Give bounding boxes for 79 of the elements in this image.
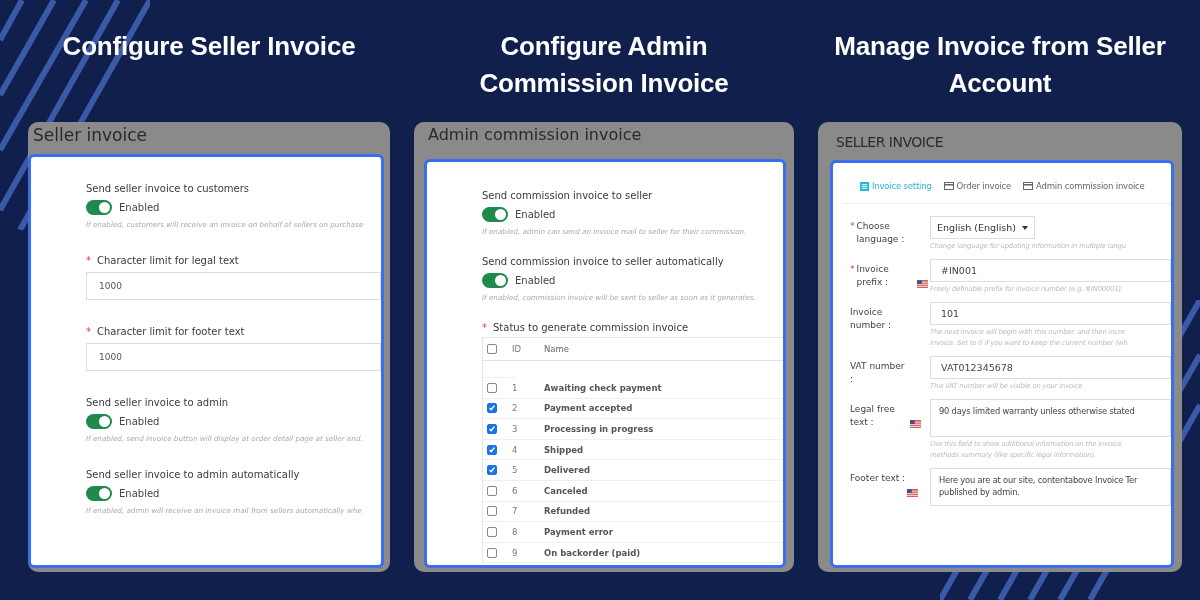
checkbox[interactable] [487,547,497,558]
toggle-switch[interactable] [86,414,112,429]
field-label: Send seller invoice to admin [86,397,229,408]
checkbox[interactable] [487,526,497,537]
field-label: Send seller invoice to admin automatically [86,469,300,480]
field-label: Send commission invoice to seller automatically [482,256,724,267]
table-cell-text: 2 [512,403,519,414]
document-icon [860,181,869,191]
text-area[interactable]: 90 days limited warranty unless otherwise stated [930,399,1171,437]
field-label: Choose language : [856,220,906,246]
toggle-switch[interactable] [86,486,112,501]
required-asterisk: * [850,220,855,233]
table-cell: Payment accepted [544,403,633,414]
text-input[interactable]: #IN001 [930,259,1171,282]
field-label: Status to generate commission invoice [493,322,689,333]
table-cell: On backorder (paid) [544,547,641,558]
toggle-label: Enabled [119,416,160,427]
field-label: Footer text : [850,472,906,485]
field-label: Character limit for legal text [97,255,239,266]
field-label: Invoice number : [850,306,893,332]
checkbox[interactable] [487,485,497,496]
toggle-label: Enabled [515,275,556,286]
section-heading: Configure Seller Invoice [62,30,356,63]
number-input[interactable]: 1000 [86,343,381,371]
required-asterisk: * [482,322,487,333]
text-input[interactable]: 101 [930,302,1171,325]
panel-title: SELLER INVOICE [835,133,945,152]
number-input[interactable]: 1000 [86,272,381,300]
table-cell-text: 4 [512,444,519,455]
checkbox[interactable] [487,444,497,455]
column-header: ID [512,344,523,354]
table-cell: Refunded [544,506,591,517]
table-cell-text: 7 [512,506,519,517]
card-icon [1023,182,1034,190]
card-icon [943,182,954,190]
checkbox[interactable] [487,344,497,354]
panel-title: Admin commission invoice [427,124,643,146]
column-header: Name [544,344,570,354]
table-cell-text: 9 [512,547,519,558]
tab[interactable]: Admin commission invoice [1023,181,1145,191]
toggle-switch[interactable] [482,207,508,222]
field-label: Send commission invoice to seller [482,190,653,201]
checkbox[interactable] [487,424,497,434]
panel-title: Seller invoice [32,124,149,147]
table-cell-text: 8 [512,526,519,537]
language-dropdown[interactable]: English (English) [930,216,1036,239]
checkbox[interactable] [487,506,497,517]
field-label: Character limit for footer text [97,326,245,337]
table-cell-text: 6 [512,485,519,496]
text-input[interactable]: VAT012345678 [930,356,1171,379]
field-label: Send seller invoice to customers [86,183,249,194]
caret-icon [1022,225,1029,230]
checkbox[interactable] [487,465,497,476]
field-label: VAT number : [850,360,906,386]
table-cell-text: 1 [512,382,519,393]
required-asterisk: * [86,255,91,266]
required-asterisk: * [850,263,855,276]
table-cell: Shipped [544,444,584,455]
section-heading: Configure Admin Commission Invoice [478,30,730,100]
toggle-label: Enabled [119,202,160,213]
checkbox[interactable] [487,403,497,414]
table-cell: Processing in progress [544,424,654,434]
toggle-label: Enabled [119,488,160,499]
toggle-label: Enabled [515,209,556,220]
toggle-switch[interactable] [86,200,112,215]
table-cell: Delivered [544,465,590,476]
table-cell-text: 3 [512,424,519,434]
tab[interactable]: Order invoice [943,181,1012,191]
required-asterisk: * [86,326,91,337]
table-cell-text: 5 [512,465,519,476]
section-heading: Manage Invoice from Seller Account [833,30,1167,100]
text-area[interactable]: Here you are at our site, contentabove Invoice Ter published by admin. [930,468,1171,506]
field-label: Legal free text : [850,403,896,429]
toggle-switch[interactable] [482,273,508,288]
table-cell: Awaiting check payment [544,382,662,393]
field-label: Invoice prefix : [856,263,890,289]
table-cell: Canceled [544,485,588,496]
table-cell: Payment error [544,526,613,537]
checkbox[interactable] [487,382,497,393]
